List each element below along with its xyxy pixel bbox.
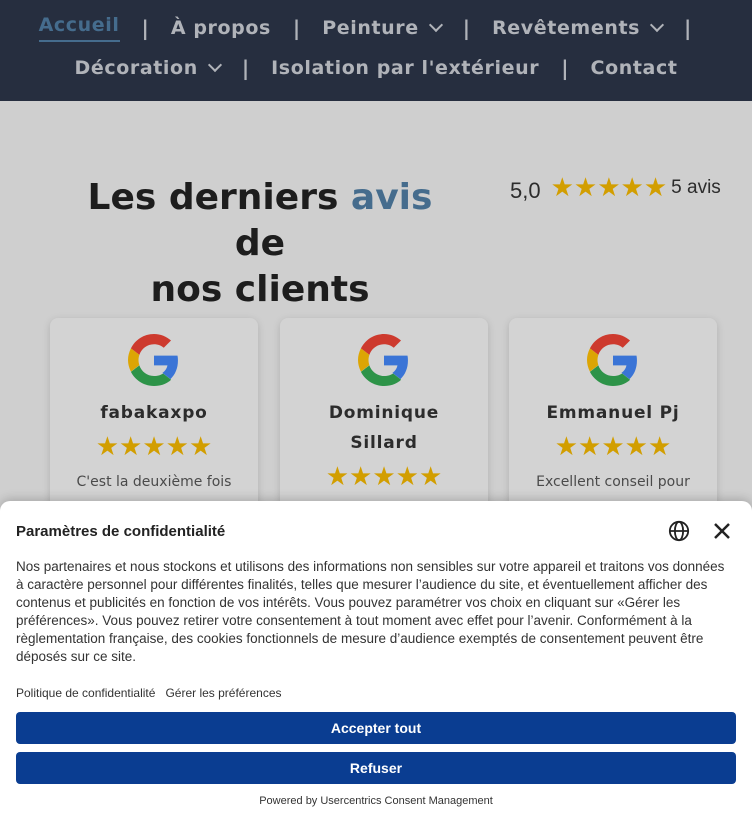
privacy-policy-link[interactable]: Politique de confidentialité: [16, 686, 155, 700]
consent-title: Paramètres de confidentialité: [16, 523, 226, 540]
consent-description: Nos partenaires et nous stockons et util…: [16, 559, 725, 664]
accept-all-button[interactable]: Accepter tout: [16, 712, 736, 744]
powered-by-text: Powered by Usercentrics Consent Manageme…: [259, 795, 493, 807]
close-icon[interactable]: [710, 519, 734, 543]
globe-icon[interactable]: [668, 520, 690, 542]
consent-banner: Paramètres de confidentialité Nos parten…: [0, 501, 752, 824]
manage-preferences-link[interactable]: Gérer les préférences: [165, 686, 281, 700]
consent-links: Politique de confidentialité Gérer les p…: [16, 686, 282, 700]
refuse-button[interactable]: Refuser: [16, 752, 736, 784]
